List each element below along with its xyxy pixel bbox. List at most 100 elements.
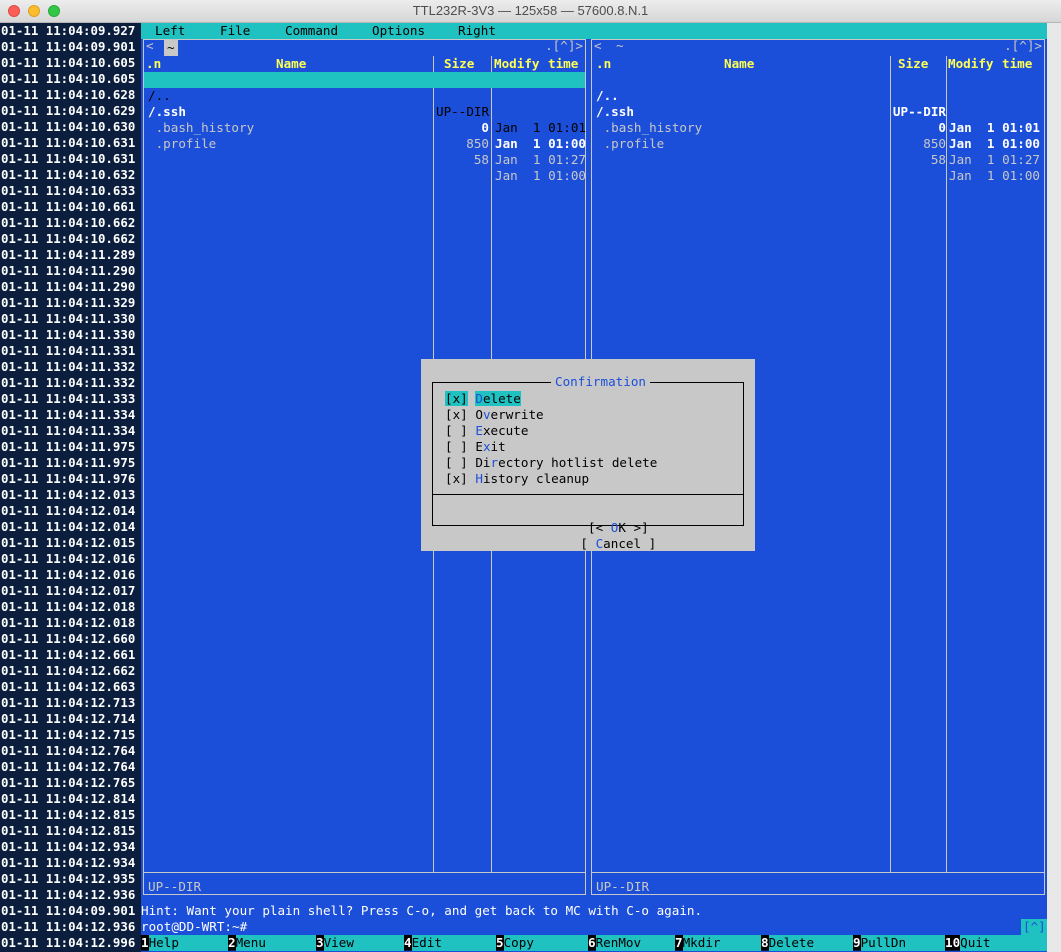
fkey-delete[interactable]: 8Delete (761, 935, 853, 951)
right-col-modify[interactable]: Modify (948, 56, 994, 72)
fkey-help[interactable]: 1Help (141, 935, 228, 951)
left-col-modify[interactable]: Modify (494, 56, 540, 72)
option-directory-hotlist-delete[interactable]: [ ] Directory hotlist delete (445, 455, 657, 471)
timestamp-line: 01-11 11:04:12.713 (1, 695, 136, 710)
fkey-menu[interactable]: 2Menu (228, 935, 316, 951)
left-row-bash-history[interactable]: .bash_history 850 Jan 1 01:27 (144, 104, 586, 167)
timestamp-line: 01-11 11:04:10.605 (1, 55, 136, 70)
right-divider-size (890, 56, 891, 872)
left-col-n[interactable]: .n (146, 56, 161, 72)
timestamp-line: 01-11 11:04:12.663 (1, 679, 136, 694)
fkey-renmov[interactable]: 6RenMov (588, 935, 675, 951)
timestamp-line: 01-11 11:04:10.630 (1, 119, 136, 134)
option-overwrite[interactable]: [x] Overwrite (445, 407, 544, 423)
fkey-copy[interactable]: 5Copy (496, 935, 588, 951)
right-panel-corner-left: < (594, 38, 602, 53)
right-row-updir[interactable]: /.. UP--DIR Jan 1 01:01 (592, 72, 1044, 135)
timestamp-line: 01-11 11:04:12.934 (1, 839, 136, 854)
fkey-view[interactable]: 3View (316, 935, 404, 951)
timestamp-line: 01-11 11:04:09.927 (1, 23, 136, 38)
minimize-window-button[interactable] (28, 5, 40, 17)
left-col-time[interactable]: time (548, 56, 578, 72)
option-delete[interactable]: [x] Delete (445, 391, 521, 407)
window-titlebar: TTL232R-3V3 — 125x58 — 57600.8.N.1 (0, 0, 1061, 23)
timestamp-line: 01-11 11:04:12.017 (1, 583, 136, 598)
right-panel-path[interactable]: ~ (616, 38, 624, 54)
timestamp-line: 01-11 11:04:10.662 (1, 231, 136, 246)
fkey-pulldn[interactable]: 9PullDn (853, 935, 945, 951)
timestamp-line: 01-11 11:04:12.014 (1, 503, 136, 518)
option-execute[interactable]: [ ] Execute (445, 423, 528, 439)
timestamp-line: 01-11 11:04:10.662 (1, 215, 136, 230)
right-row-ssh[interactable]: /.ssh 0 Jan 1 01:00 (592, 88, 1044, 151)
option-history-cleanup[interactable]: [x] History cleanup (445, 471, 589, 487)
right-row-profile[interactable]: .profile 58 Jan 1 01:00 (592, 120, 1044, 183)
timestamp-line: 01-11 11:04:10.631 (1, 135, 136, 150)
menu-right[interactable]: Right (458, 23, 496, 39)
timestamp-line: 01-11 11:04:11.975 (1, 439, 136, 454)
timestamp-line: 01-11 11:04:10.632 (1, 167, 136, 182)
timestamp-line: 01-11 11:04:12.764 (1, 743, 136, 758)
left-panel-path[interactable]: ~ (164, 40, 178, 56)
timestamp-line: 01-11 11:04:12.018 (1, 615, 136, 630)
left-col-size[interactable]: Size (444, 56, 474, 72)
confirmation-dialog: Confirmation [x] Delete [x] Overwrite [ … (421, 359, 755, 551)
fkey-quit[interactable]: 10Quit (945, 935, 1055, 951)
menu-file[interactable]: File (220, 23, 250, 39)
timestamp-line: 01-11 11:04:12.935 (1, 871, 136, 886)
option-exit[interactable]: [ ] Exit (445, 439, 506, 455)
timestamp-line: 01-11 11:04:12.015 (1, 535, 136, 550)
timestamp-line: 01-11 11:04:11.976 (1, 471, 136, 486)
left-row-profile[interactable]: .profile 58 Jan 1 01:00 (144, 120, 586, 183)
hint-line: Hint: Want your plain shell? Press C-o, … (141, 903, 1047, 919)
right-col-time[interactable]: time (1002, 56, 1032, 72)
left-col-name[interactable]: Name (276, 56, 306, 72)
timestamp-line: 01-11 11:04:10.661 (1, 199, 136, 214)
timestamp-line: 01-11 11:04:12.814 (1, 791, 136, 806)
dialog-separator (433, 494, 743, 495)
timestamp-line: 01-11 11:04:11.334 (1, 423, 136, 438)
menu-command[interactable]: Command (285, 23, 338, 39)
left-row-ssh[interactable]: /.ssh 0 Jan 1 01:00 (144, 88, 586, 151)
dialog-buttons: [< OK >] [ Cancel ] (433, 504, 743, 568)
timestamp-line: 01-11 11:04:12.016 (1, 567, 136, 582)
timestamp-line: 01-11 11:04:11.330 (1, 311, 136, 326)
fkey-mkdir[interactable]: 7Mkdir (675, 935, 761, 951)
timestamp-line: 01-11 11:04:11.334 (1, 407, 136, 422)
timestamp-line: 01-11 11:04:12.715 (1, 727, 136, 742)
ok-button[interactable]: [< OK >] (588, 520, 649, 535)
timestamp-line: 01-11 11:04:12.016 (1, 551, 136, 566)
timestamp-line: 01-11 11:04:11.330 (1, 327, 136, 342)
timestamp-line: 01-11 11:04:12.815 (1, 807, 136, 822)
fkey-edit[interactable]: 4Edit (404, 935, 496, 951)
timestamp-line: 01-11 11:04:11.290 (1, 279, 136, 294)
function-key-bar: 1Help 2Menu 3View 4Edit 5Copy 6RenMov 7Mkdir 8D… (141, 935, 1055, 951)
menu-left[interactable]: Left (155, 23, 185, 39)
timestamp-line: 01-11 11:04:11.289 (1, 247, 136, 262)
timestamp-line: 01-11 11:04:12.765 (1, 775, 136, 790)
left-panel-corner[interactable]: .[^]> (545, 38, 583, 54)
left-row-updir[interactable]: /.. UP--DIR Jan 1 01:01 (144, 72, 586, 135)
zoom-window-button[interactable] (48, 5, 60, 17)
window-title: TTL232R-3V3 — 125x58 — 57600.8.N.1 (412, 3, 649, 18)
right-row-bash-history[interactable]: .bash_history 850 Jan 1 01:27 (592, 104, 1044, 167)
right-col-name[interactable]: Name (724, 56, 754, 72)
dialog-title: Confirmation (551, 374, 650, 390)
cancel-button[interactable]: [ Cancel ] (580, 536, 656, 551)
right-panel-separator (592, 872, 1044, 873)
timestamp-line: 01-11 11:04:11.332 (1, 359, 136, 374)
timestamp-line: 01-11 11:04:12.936 (1, 887, 136, 902)
timestamp-line: 01-11 11:04:11.329 (1, 295, 136, 310)
timestamp-line: 01-11 11:04:12.934 (1, 855, 136, 870)
right-col-n[interactable]: .n (596, 56, 611, 72)
terminal-area[interactable]: Left File Command Options Right < ~ .[^]… (141, 23, 1061, 952)
menu-options[interactable]: Options (372, 23, 425, 39)
confirmation-frame: Confirmation [x] Delete [x] Overwrite [ … (432, 374, 744, 551)
timestamp-column: 01-11 11:04:09.927 01-11 11:04:09.901 01-1… (0, 23, 141, 952)
terminal-scrollbar[interactable] (1047, 23, 1061, 952)
right-panel-corner[interactable]: .[^]> (1004, 38, 1042, 54)
right-col-size[interactable]: Size (898, 56, 928, 72)
scroll-caret-button[interactable]: [^] (1021, 919, 1048, 935)
shell-prompt[interactable]: root@DD-WRT:~# (141, 919, 1047, 935)
close-window-button[interactable] (8, 5, 20, 17)
